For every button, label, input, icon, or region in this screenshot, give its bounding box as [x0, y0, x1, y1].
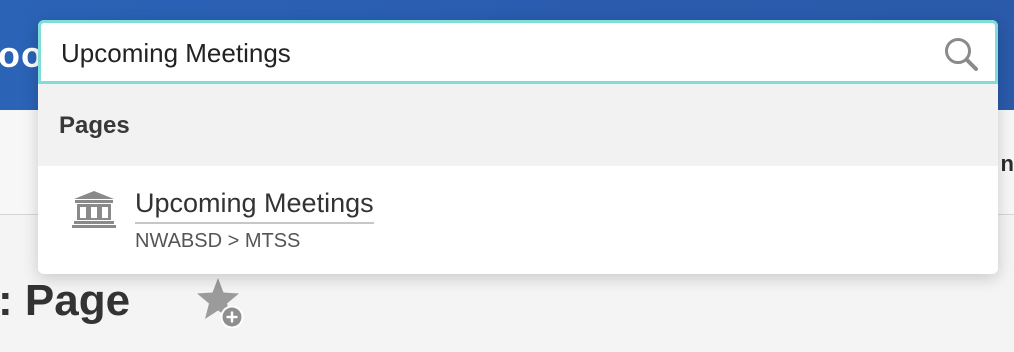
- search-icon[interactable]: [941, 34, 981, 74]
- subheader-text: n: [1000, 151, 1014, 176]
- search-result-title[interactable]: Upcoming Meetings: [135, 188, 374, 224]
- page-title: : Page: [0, 276, 131, 325]
- search-input[interactable]: [61, 31, 931, 75]
- results-group-header: Pages: [38, 84, 998, 166]
- search-result-path: NWABSD > MTSS: [135, 230, 301, 252]
- search-result-item[interactable]: Upcoming Meetings NWABSD > MTSS: [38, 166, 998, 274]
- search-dropdown-panel: Pages Upcoming Meetings NWABSD > MTSS: [38, 20, 998, 274]
- search-box: [38, 20, 998, 84]
- add-favorite-star-icon[interactable]: [192, 274, 248, 330]
- building-icon: [72, 190, 116, 228]
- results-group-label: Pages: [59, 112, 130, 139]
